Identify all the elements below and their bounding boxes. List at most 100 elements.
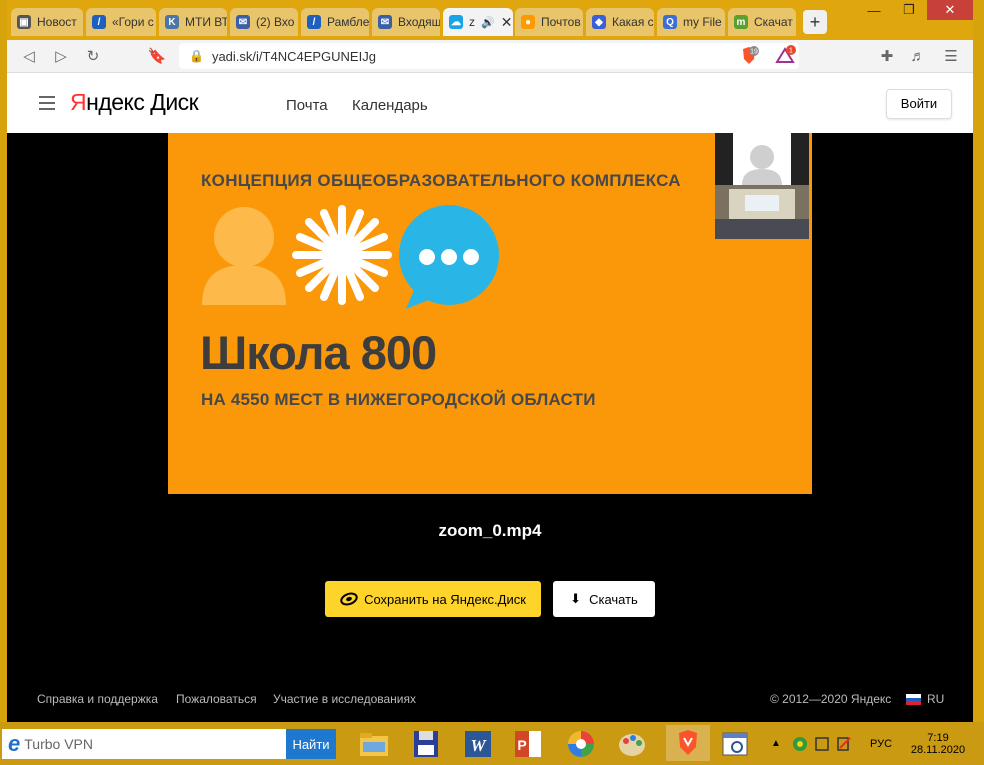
tab-favicon: m: [734, 15, 748, 29]
tab-title: z: [469, 15, 475, 29]
reload-icon[interactable]: ↻: [81, 44, 105, 68]
slide-illustration: [202, 205, 499, 309]
logo-text: ндекс Диск: [86, 89, 199, 115]
brave-rewards-icon[interactable]: 1: [773, 44, 797, 68]
photo-viewer-icon[interactable]: [564, 728, 598, 760]
speaker-icon[interactable]: 🔊: [481, 16, 495, 29]
shield-count: 19: [750, 49, 758, 56]
file-name: zoom_0.mp4: [438, 521, 542, 540]
taskbar-search-button[interactable]: Найти: [286, 729, 336, 759]
clock[interactable]: 7:19 28.11.2020: [906, 722, 970, 765]
tab-5[interactable]: ✉ Входящ: [372, 8, 440, 36]
tab-7[interactable]: ● Почтов: [515, 8, 583, 36]
back-icon[interactable]: ◁: [17, 44, 41, 68]
tab-title: «Гори с: [112, 15, 154, 29]
forward-icon[interactable]: ▷: [49, 44, 73, 68]
site-header: Яндекс Диск Почта Календарь Войти: [7, 73, 973, 133]
lock-icon: 🔒: [189, 49, 204, 63]
tab-favicon: /: [92, 15, 106, 29]
tab-1[interactable]: / «Гори с: [86, 8, 156, 36]
save-disk-icon[interactable]: [409, 728, 443, 760]
url-text: yadi.sk/i/T4NC4EPGUNEIJg: [211, 48, 376, 64]
clock-date: 28.11.2020: [910, 743, 966, 756]
maximize-button[interactable]: ❐: [894, 0, 924, 20]
tab-title: Входящ: [398, 15, 440, 29]
tab-active[interactable]: ☁ z 🔊 ✕: [443, 8, 513, 36]
tab-4[interactable]: / Рамбле: [301, 8, 369, 36]
person-body-shape: [202, 265, 286, 305]
app-window-icon[interactable]: [718, 728, 752, 760]
download-button-label: Скачать: [589, 591, 638, 607]
sparkle-icon: [292, 205, 392, 305]
tab-2[interactable]: K МТИ ВТ: [159, 8, 227, 36]
login-button[interactable]: Войти: [886, 89, 952, 119]
tab-title: (2) Вхо: [256, 15, 295, 29]
powerpoint-icon[interactable]: P: [511, 728, 545, 760]
keyboard-language[interactable]: РУС: [870, 722, 892, 765]
logo-letter: Я: [70, 89, 87, 115]
ie-icon: e: [8, 731, 21, 756]
minimize-button[interactable]: —: [854, 0, 894, 20]
nav-mail-link[interactable]: Почта: [286, 97, 328, 114]
tab-title: Рамбле: [327, 15, 369, 29]
taskbar-search-input[interactable]: e Turbo VPN: [2, 729, 286, 759]
footer-report-link[interactable]: Пожаловаться: [176, 692, 257, 706]
tab-title: my File: [683, 15, 722, 29]
yandex-disk-icon: ☁: [449, 15, 463, 29]
mail-icon: ✉: [236, 15, 250, 29]
tab-9[interactable]: Q my File: [657, 8, 725, 36]
tab-10[interactable]: m Скачат: [728, 8, 796, 36]
tray-expand-icon[interactable]: ▲: [771, 722, 781, 765]
search-text: Turbo VPN: [24, 736, 93, 752]
tab-8[interactable]: ◆ Какая с: [586, 8, 654, 36]
brave-shield-icon[interactable]: 19: [737, 44, 761, 68]
download-icon: ⬇: [570, 591, 582, 606]
file-explorer-icon[interactable]: [357, 728, 391, 760]
svg-text:P: P: [517, 737, 526, 753]
tab-title: Новост: [37, 15, 77, 29]
footer-copyright: © 2012—2020 Яндекс: [770, 692, 892, 706]
save-button-label: Сохранить на Яндекс.Диск: [364, 591, 526, 607]
video-preview[interactable]: КОНЦЕПЦИЯ ОБЩЕОБРАЗОВАТЕЛЬНОГО КОМПЛЕКСА…: [168, 133, 812, 494]
nav-calendar-link[interactable]: Календарь: [352, 97, 428, 114]
tab-0[interactable]: ▣ Новост: [11, 8, 83, 36]
language-switcher[interactable]: RU: [906, 692, 944, 706]
yandex-disk-logo[interactable]: Яндекс Диск: [70, 89, 199, 116]
tab-strip: ▣ Новост / «Гори с K МТИ ВТ ✉ (2) Вхо / …: [7, 0, 973, 40]
footer-help-link[interactable]: Справка и поддержка: [37, 692, 158, 706]
word-icon[interactable]: W: [461, 728, 495, 760]
media-icon[interactable]: ♬: [906, 44, 930, 68]
tab-title: Почтов: [541, 15, 581, 29]
windows-taskbar: e Turbo VPN Найти W P ▲ РУС 7:19 28.11.2…: [0, 722, 984, 765]
tab-title: Скачат: [754, 15, 793, 29]
tab-favicon: /: [307, 15, 321, 29]
tab-favicon: ◆: [592, 15, 606, 29]
new-tab-button[interactable]: +: [803, 10, 827, 34]
menu-icon[interactable]: ☰: [939, 44, 963, 68]
rewards-count: 1: [789, 48, 793, 55]
bookmark-icon[interactable]: 🔖: [145, 44, 169, 68]
extensions-icon[interactable]: ✚: [875, 44, 899, 68]
download-button[interactable]: ⬇ Скачать: [553, 581, 655, 617]
search-icon: Q: [663, 15, 677, 29]
avatar-icon: [750, 145, 774, 169]
brave-browser-taskbar-icon[interactable]: [666, 725, 710, 761]
tab-3[interactable]: ✉ (2) Вхо: [230, 8, 298, 36]
person-head-shape: [214, 207, 274, 267]
close-tab-icon[interactable]: ✕: [501, 14, 513, 31]
tab-favicon: ▣: [17, 15, 31, 29]
footer-research-link[interactable]: Участие в исследованиях: [273, 692, 416, 706]
slide-subtitle: НА 4550 МЕСТ В НИЖЕГОРОДСКОЙ ОБЛАСТИ: [201, 390, 596, 409]
tray-app-icons[interactable]: [790, 722, 854, 765]
participant-video-thumbnail: [715, 133, 809, 239]
window-close-button[interactable]: ✕: [927, 0, 973, 20]
hamburger-menu-icon[interactable]: [39, 96, 55, 110]
paint-icon[interactable]: [615, 728, 649, 760]
address-bar[interactable]: 🔒 yadi.sk/i/T4NC4EPGUNEIJg: [179, 43, 799, 69]
save-to-disk-button[interactable]: Сохранить на Яндекс.Диск: [325, 581, 541, 617]
browser-window: ▣ Новост / «Гори с K МТИ ВТ ✉ (2) Вхо / …: [7, 0, 973, 722]
vk-icon: K: [165, 15, 179, 29]
mail-icon: ✉: [378, 15, 392, 29]
slide-heading: КОНЦЕПЦИЯ ОБЩЕОБРАЗОВАТЕЛЬНОГО КОМПЛЕКСА: [201, 171, 681, 190]
clock-time: 7:19: [927, 731, 949, 744]
